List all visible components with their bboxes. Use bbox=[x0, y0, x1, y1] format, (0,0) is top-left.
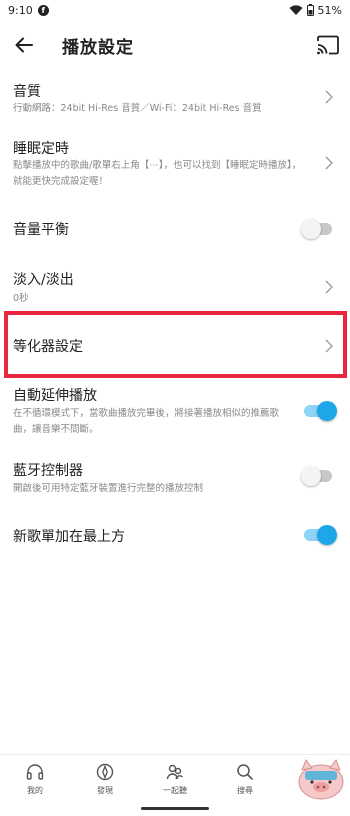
setting-quality-label: 音質 bbox=[13, 84, 41, 100]
newtop-toggle[interactable] bbox=[304, 525, 337, 545]
setting-bluetooth-sub: 開啟後可用特定藍牙裝置進行完整的播放控制 bbox=[13, 483, 204, 494]
nav-discover-label: 發現 bbox=[97, 785, 113, 795]
pig-mascot-watermark bbox=[298, 758, 344, 800]
bluetooth-toggle[interactable] bbox=[301, 466, 332, 486]
back-button[interactable] bbox=[12, 33, 36, 57]
chevron-right-icon bbox=[325, 90, 333, 104]
setting-volume-balance: 音量平衡 bbox=[0, 202, 350, 252]
setting-sleep-sub: 點擊播放中的歌曲/歌單右上角【⋯】，也可以找到【睡眠定時播放】，就能更快完成設定… bbox=[13, 160, 302, 187]
setting-fade[interactable]: 淡入/淡出 0秒 bbox=[0, 252, 350, 310]
chevron-right-icon bbox=[325, 156, 333, 170]
status-time: 9:10 bbox=[8, 3, 33, 17]
battery-icon bbox=[306, 4, 314, 16]
setting-sleep-label: 睡眠定時 bbox=[13, 141, 69, 157]
page-title: 播放設定 bbox=[62, 37, 134, 58]
nav-listen-together-label: 一起聽 bbox=[163, 785, 187, 795]
arrow-left-icon bbox=[15, 37, 33, 53]
setting-autoplay-sub: 在不循環模式下，當歌曲播放完畢後，將接著播放相似的推薦歌曲，讓音樂不間斷。 bbox=[13, 408, 280, 435]
setting-fade-label: 淡入/淡出 bbox=[13, 272, 74, 288]
balance-toggle[interactable] bbox=[301, 219, 332, 239]
nav-listen-together[interactable]: 一起聽 bbox=[140, 755, 210, 802]
setting-balance-label: 音量平衡 bbox=[13, 222, 69, 238]
status-bar: 9:10 f 51% bbox=[0, 0, 350, 20]
nav-my[interactable]: 我的 bbox=[0, 755, 70, 802]
setting-fade-sub: 0秒 bbox=[13, 293, 29, 304]
nav-search-label: 搜尋 bbox=[237, 785, 253, 795]
battery-percent: 51% bbox=[317, 3, 342, 17]
headphones-icon bbox=[26, 763, 44, 780]
setting-quality-sub: 行動網路：24bit Hi-Res 音質／Wi-Fi：24bit Hi-Res … bbox=[13, 103, 262, 114]
setting-autoplay-label: 自動延伸播放 bbox=[13, 388, 97, 404]
chevron-right-icon bbox=[325, 280, 333, 294]
setting-new-playlist-top: 新歌單加在最上方 bbox=[0, 508, 350, 568]
people-icon bbox=[166, 764, 184, 779]
search-icon bbox=[237, 763, 253, 780]
nav-my-label: 我的 bbox=[27, 785, 43, 795]
equalizer-highlight-box bbox=[4, 311, 347, 378]
compass-icon bbox=[96, 763, 114, 780]
nav-discover[interactable]: 發現 bbox=[70, 755, 140, 802]
autoplay-toggle[interactable] bbox=[304, 401, 337, 421]
setting-sleep-timer[interactable]: 睡眠定時 點擊播放中的歌曲/歌單右上角【⋯】，也可以找到【睡眠定時播放】，就能更… bbox=[0, 132, 350, 202]
wifi-icon bbox=[289, 4, 303, 15]
setting-quality[interactable]: 音質 行動網路：24bit Hi-Res 音質／Wi-Fi：24bit Hi-R… bbox=[0, 70, 350, 132]
setting-newtop-label: 新歌單加在最上方 bbox=[13, 529, 125, 545]
setting-autoplay: 自動延伸播放 在不循環模式下，當歌曲播放完畢後，將接著播放相似的推薦歌曲，讓音樂… bbox=[0, 378, 350, 456]
nav-search[interactable]: 搜尋 bbox=[210, 755, 280, 802]
setting-bluetooth-label: 藍牙控制器 bbox=[13, 463, 83, 479]
app-bar: 播放設定 bbox=[0, 20, 350, 70]
facebook-notification-icon: f bbox=[37, 4, 49, 16]
cast-icon[interactable] bbox=[316, 33, 340, 57]
setting-bluetooth: 藍牙控制器 開啟後可用特定藍牙裝置進行完整的播放控制 bbox=[0, 456, 350, 508]
gesture-bar bbox=[141, 807, 209, 810]
